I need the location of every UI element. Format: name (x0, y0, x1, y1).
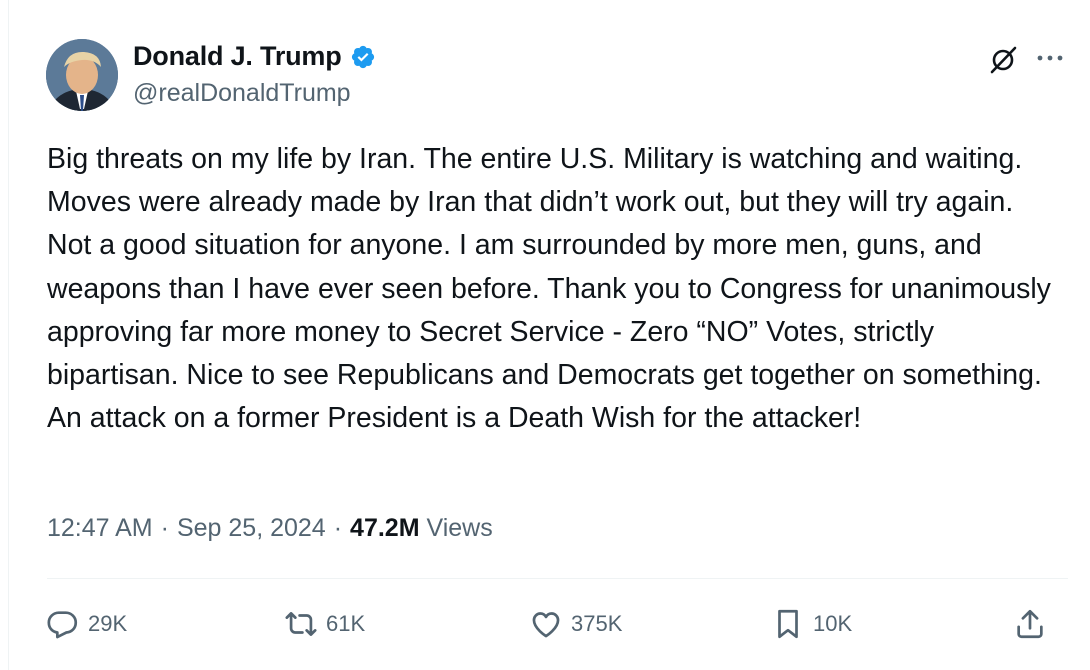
tweet-meta: 12:47 AM · Sep 25, 2024 · 47.2M Views (47, 514, 493, 543)
meta-separator: · (160, 514, 169, 542)
views-count[interactable]: 47.2M (350, 514, 419, 542)
reply-count: 29K (88, 611, 128, 636)
avatar[interactable] (46, 39, 118, 111)
like-count: 375K (571, 611, 623, 636)
repost-icon (285, 612, 317, 636)
like-icon (532, 612, 560, 638)
tweet-card: Donald J. Trump @realDonaldTrump Big thr… (8, 0, 1090, 670)
tweet-time[interactable]: 12:47 AM (47, 514, 153, 543)
repost-button[interactable]: 61K (284, 600, 365, 648)
views-label: Views (426, 514, 493, 542)
repost-count: 61K (326, 611, 366, 636)
share-icon (1017, 609, 1043, 639)
verified-badge-icon (350, 44, 376, 70)
share-button[interactable] (1013, 600, 1047, 648)
author-handle[interactable]: @realDonaldTrump (133, 79, 351, 108)
author-name-row: Donald J. Trump (133, 41, 376, 72)
reply-button[interactable]: 29K (46, 600, 127, 648)
reply-icon (47, 611, 78, 639)
like-button[interactable]: 375K (529, 600, 622, 648)
display-name[interactable]: Donald J. Trump (133, 41, 342, 72)
more-icon[interactable] (1035, 46, 1065, 70)
meta-separator: · (333, 514, 343, 542)
bookmark-button[interactable]: 10K (771, 600, 852, 648)
grok-icon[interactable] (987, 44, 1019, 76)
tweet-text: Big threats on my life by Iran. The enti… (47, 143, 1059, 435)
avatar-photo (46, 39, 118, 111)
bookmark-icon (778, 609, 798, 639)
divider (47, 578, 1068, 579)
action-bar: 29K 61K 375K 10K (0, 600, 1090, 650)
tweet-date[interactable]: Sep 25, 2024 (177, 514, 326, 543)
bookmark-count: 10K (813, 611, 853, 636)
